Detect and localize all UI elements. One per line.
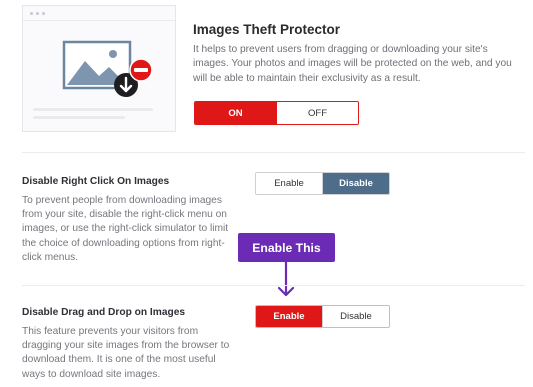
image-protect-illustration bbox=[22, 5, 176, 132]
section-description-drag-drop: This feature prevents your visitors from… bbox=[22, 326, 230, 380]
right-click-toggle: Enable Disable bbox=[255, 172, 390, 195]
section-title-right-click: Disable Right Click On Images bbox=[22, 176, 170, 187]
feature-description: It helps to prevent users from dragging … bbox=[193, 44, 512, 84]
no-entry-icon bbox=[129, 58, 153, 82]
section-description-right-click: To prevent people from downloading image… bbox=[22, 195, 229, 263]
enable-this-callout: Enable This bbox=[238, 233, 335, 262]
enable-button[interactable]: Enable bbox=[256, 173, 322, 194]
disable-button[interactable]: Disable bbox=[322, 173, 389, 194]
protector-toggle: ON OFF bbox=[194, 101, 359, 125]
section-title-drag-drop: Disable Drag and Drop on Images bbox=[22, 307, 186, 318]
arrow-down-icon bbox=[278, 262, 294, 297]
enable-button[interactable]: Enable bbox=[256, 306, 322, 327]
drag-drop-toggle: Enable Disable bbox=[255, 305, 390, 328]
on-button[interactable]: ON bbox=[195, 102, 276, 124]
divider bbox=[22, 152, 525, 153]
image-blocked-illustration-icon bbox=[33, 40, 153, 119]
disable-button[interactable]: Disable bbox=[322, 306, 389, 327]
divider bbox=[22, 285, 525, 286]
off-button[interactable]: OFF bbox=[276, 102, 358, 124]
feature-title: Images Theft Protector bbox=[193, 22, 341, 37]
